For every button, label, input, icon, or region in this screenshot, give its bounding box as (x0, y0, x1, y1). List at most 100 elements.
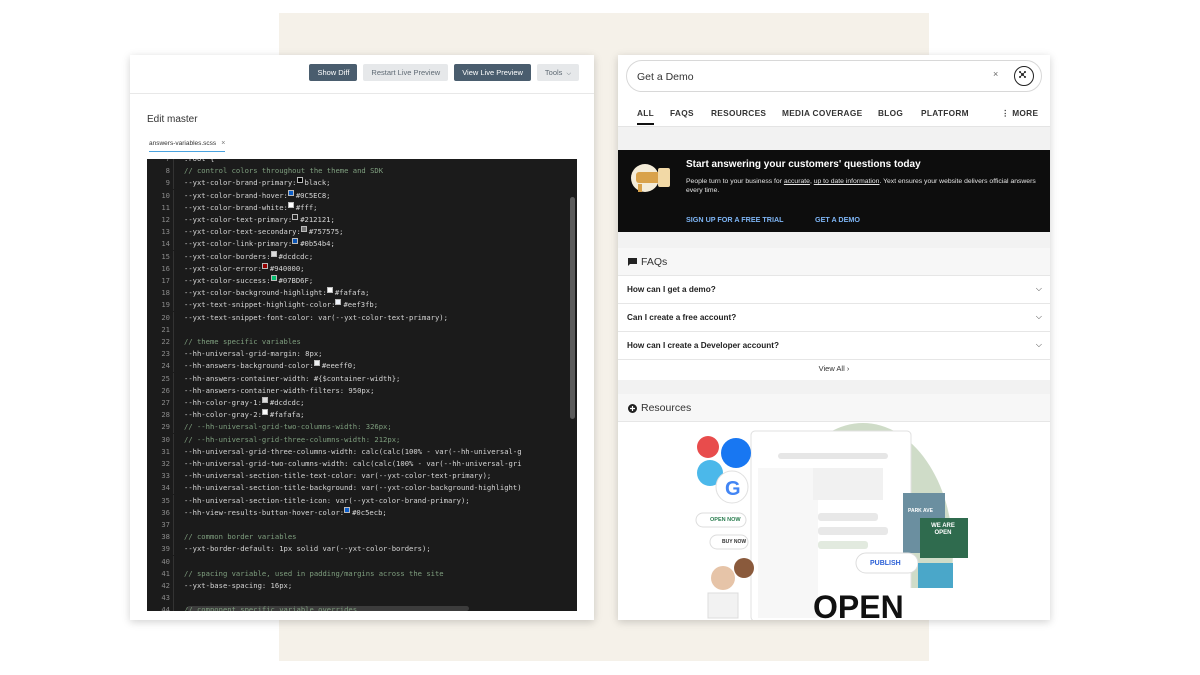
we-are-open-sign: WE ARE OPEN (931, 523, 955, 536)
search-input[interactable] (637, 68, 977, 86)
line-number: 11 (161, 202, 170, 212)
code-value: #07BD6F; (278, 276, 314, 285)
code-value: black; (304, 178, 331, 188)
color-swatch (335, 299, 342, 306)
line-number: 20 (161, 312, 170, 322)
code-text: --hh-view-results-button-hover-color: (184, 507, 345, 517)
code-line: 32 --hh-universal-grid-two-columns-width:… (147, 458, 522, 470)
toolbar-divider (130, 93, 594, 94)
color-swatch (300, 226, 307, 233)
faq-item[interactable]: How can I create a Developer account? ⌵ (618, 332, 1050, 360)
code-value: #757575; (308, 227, 344, 237)
line-number: 9 (165, 178, 170, 188)
accurate-link[interactable]: accurate (784, 178, 810, 185)
code-value: #0C5EC8; (295, 190, 331, 200)
tab-faqs[interactable]: FAQS (670, 108, 694, 118)
resources-heading: Resources (641, 402, 692, 414)
color-swatch (261, 397, 268, 403)
code-value: #dcdcdc; (269, 398, 305, 407)
gutter (173, 299, 174, 312)
close-tab-icon[interactable]: × (221, 140, 225, 147)
gutter (173, 323, 174, 336)
line-number: 38 (161, 532, 170, 542)
gutter (173, 384, 174, 397)
gutter (173, 555, 174, 568)
code-line: 28 --hh-color-gray-2: #fafafa; (147, 409, 305, 422)
svg-text:G: G (725, 478, 741, 500)
gutter (173, 238, 174, 251)
code-text: // component specific variable overrides (184, 605, 358, 611)
vertical-scrollbar[interactable] (570, 197, 575, 419)
clear-search-icon[interactable]: × (993, 69, 998, 79)
tab-more[interactable]: ⋮ MORE (1001, 108, 1038, 118)
faq-item[interactable]: How can I get a demo? ⌵ (618, 276, 1050, 304)
color-swatch (270, 275, 277, 281)
code-text: --hh-universal-section-title-icon: var(-… (184, 495, 470, 505)
line-number: 40 (161, 556, 170, 566)
search-icon[interactable] (1014, 66, 1034, 86)
code-line: 33 --hh-universal-section-title-text-colo… (147, 470, 492, 483)
gutter (173, 336, 174, 348)
code-text: --hh-universal-section-title-text-color:… (184, 471, 492, 481)
file-tab[interactable]: answers-variables.scss × (149, 140, 226, 152)
gutter (173, 165, 174, 178)
line-number: 19 (161, 300, 170, 310)
view-all-link[interactable]: View All › (618, 360, 1050, 380)
code-line: 8 // control colors throughout the theme … (147, 165, 383, 178)
code-line: 15 --yxt-color-borders: #dcdcdc; (147, 250, 313, 263)
line-number: 25 (161, 373, 170, 383)
code-line: 18 --yxt-color-background-highlight: #faf… (147, 287, 369, 300)
promo-title: Start answering your customers' question… (686, 159, 921, 170)
code-value: #940000; (269, 263, 305, 273)
gutter (173, 494, 174, 507)
gutter (173, 214, 174, 226)
gutter (173, 445, 174, 458)
gutter (173, 531, 174, 544)
code-line: 41 // spacing variable, used in padding/m… (147, 567, 444, 580)
code-line: 21 (147, 323, 184, 336)
gutter (173, 287, 174, 300)
code-value: #0c5ecb; (352, 507, 387, 517)
gutter (173, 482, 174, 495)
line-number: 29 (161, 422, 170, 432)
color-swatch (287, 201, 294, 208)
code-text: --yxt-color-text-secondary: (184, 227, 301, 237)
restart-live-preview-button[interactable]: Restart Live Preview (363, 64, 449, 81)
code-line: 40 (147, 555, 184, 568)
code-text: // common border variables (184, 532, 297, 542)
color-swatch (326, 287, 333, 294)
code-value: #eef3fb; (343, 300, 379, 310)
tab-resources[interactable]: RESOURCES (711, 108, 766, 118)
get-demo-link[interactable]: GET A DEMO (815, 215, 860, 224)
faqs-section-header: FAQs (618, 248, 1050, 276)
line-number: 39 (161, 544, 170, 554)
code-editor[interactable]: 7:root {8 // control colors throughout th… (147, 159, 577, 611)
tab-platform[interactable]: PLATFORM (921, 108, 969, 118)
code-line: 7:root { (147, 159, 214, 165)
line-number: 42 (161, 581, 170, 590)
gutter (173, 580, 174, 592)
line-number: 35 (161, 495, 170, 505)
up-to-date-link[interactable]: up to date information (814, 178, 880, 185)
free-trial-link[interactable]: SIGN UP FOR A FREE TRIAL (686, 215, 784, 224)
code-line: 25 --hh-answers-container-width: #{$conta… (147, 372, 400, 385)
tab-blog[interactable]: BLOG (878, 108, 903, 118)
code-text: :root { (184, 159, 214, 165)
line-number: 22 (161, 337, 170, 346)
tab-all[interactable]: ALL (637, 108, 655, 125)
line-number: 17 (161, 276, 170, 285)
color-swatch (261, 409, 268, 416)
line-number: 15 (161, 251, 170, 261)
code-line: 22 // theme specific variables (147, 336, 301, 348)
line-number: 14 (161, 239, 170, 249)
line-number: 32 (161, 459, 170, 468)
show-diff-button[interactable]: Show Diff (309, 64, 358, 81)
faq-item[interactable]: Can I create a free account? ⌵ (618, 304, 1050, 332)
plus-circle-icon (628, 404, 637, 413)
gutter (173, 262, 174, 275)
view-live-preview-button[interactable]: View Live Preview (454, 64, 531, 81)
buy-now-badge: BUY NOW (722, 539, 747, 545)
gutter (173, 397, 174, 409)
tools-dropdown[interactable]: Tools ⌵ (536, 64, 579, 81)
tab-media-coverage[interactable]: MEDIA COVERAGE (782, 108, 862, 118)
